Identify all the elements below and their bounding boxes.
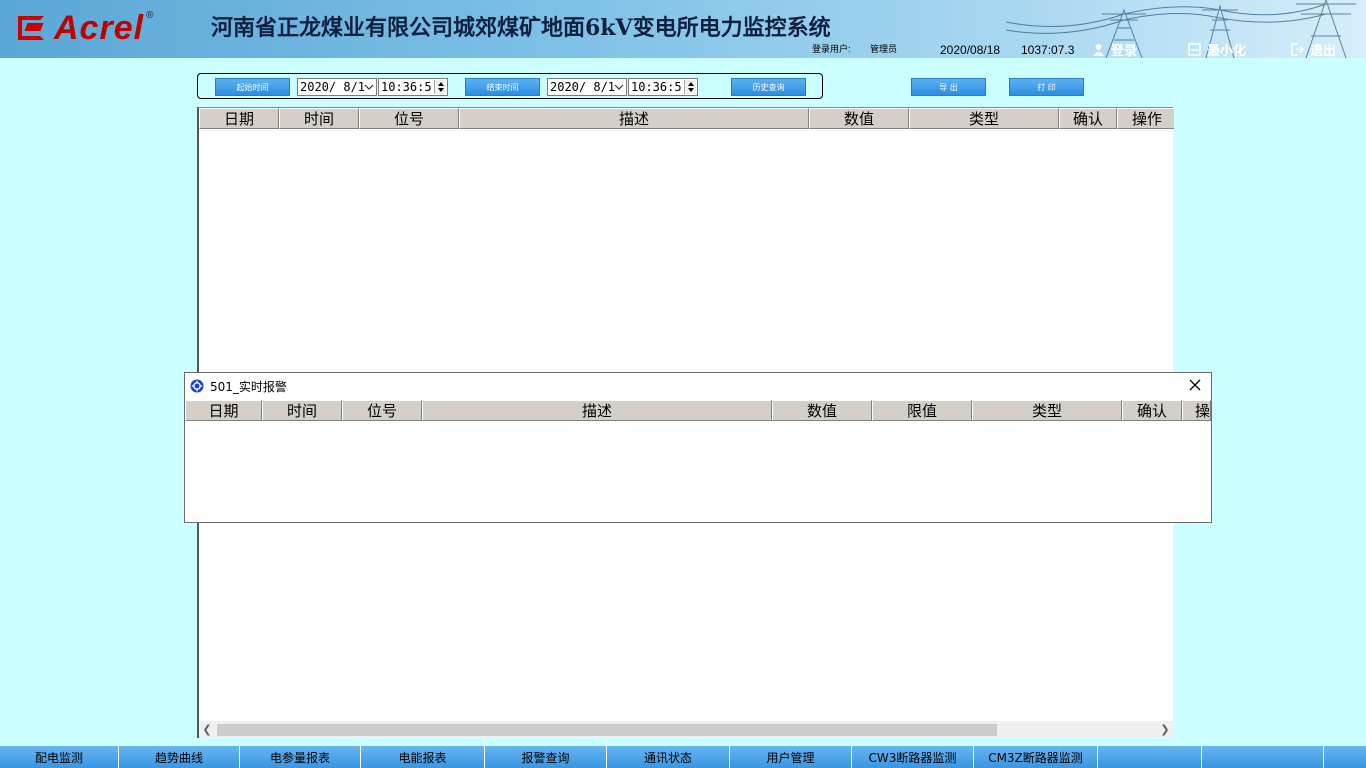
history-query-panel: 起始时间 2020/ 8/1 10:36:5 结束时间 2020/ 8/1 10… — [197, 73, 823, 99]
start-time-value: 10:36:5 — [381, 80, 432, 94]
end-date-picker[interactable]: 2020/ 8/1 — [547, 78, 627, 96]
start-time-spinner[interactable]: 10:36:5 — [378, 78, 448, 96]
header-status-bar: 登录用户: 管理员 2020/08/18 1037:07.3 — [0, 40, 1366, 58]
horizontal-scrollbar[interactable]: ❮ ❯ — [199, 721, 1173, 738]
nav-empty-slot[interactable] — [1324, 746, 1366, 768]
gear-icon — [190, 379, 204, 393]
alarm-column-header-type[interactable]: 类型 — [972, 400, 1122, 421]
current-time: 1037:07.3 — [1021, 43, 1075, 57]
alarm-column-header-limit[interactable]: 限值 — [872, 400, 972, 421]
nav-electrical-parameter-report[interactable]: 电参量报表 — [240, 746, 361, 768]
column-header-confirm[interactable]: 确认 — [1059, 108, 1117, 129]
column-header-date[interactable]: 日期 — [199, 108, 279, 129]
nav-cw3-breaker-monitoring[interactable]: CW3断路器监测 — [852, 746, 974, 768]
spin-arrows-icon[interactable] — [434, 80, 446, 94]
realtime-alarm-window: 501_实时报警 日期 时间 位号 描述 数值 限值 类型 确认 操 — [184, 372, 1212, 523]
minimize-icon — [1188, 43, 1201, 56]
scrollbar-thumb[interactable] — [217, 724, 997, 736]
exit-button-label: 退出 — [1310, 44, 1337, 58]
nav-empty-slot[interactable] — [1098, 746, 1202, 768]
close-icon[interactable] — [1187, 377, 1203, 393]
start-time-button[interactable]: 起始时间 — [215, 78, 290, 96]
end-time-spinner[interactable]: 10:36:5 — [628, 78, 698, 96]
history-table-header: 日期 时间 位号 描述 数值 类型 确认 操作 — [199, 108, 1174, 129]
scroll-right-icon[interactable]: ❯ — [1157, 721, 1173, 738]
app-header: Acrel ® 河南省正龙煤业有限公司城郊煤矿地面6kV变电所电力监控系统 登录… — [0, 0, 1366, 58]
exit-button[interactable]: 退出 — [1291, 41, 1336, 58]
alarm-window-title: 501_实时报警 — [210, 379, 287, 394]
spin-arrows-icon[interactable] — [684, 80, 696, 94]
alarm-window-titlebar: 501_实时报警 — [185, 373, 1211, 399]
alarm-column-header-description[interactable]: 描述 — [422, 400, 772, 421]
nav-trend-curve[interactable]: 趋势曲线 — [119, 746, 240, 768]
column-header-type[interactable]: 类型 — [909, 108, 1059, 129]
logo-registered-mark: ® — [146, 10, 154, 21]
alarm-column-header-value[interactable]: 数值 — [772, 400, 872, 421]
history-query-button[interactable]: 历史查询 — [731, 78, 806, 96]
current-date: 2020/08/18 — [940, 43, 1001, 57]
column-header-tag[interactable]: 位号 — [359, 108, 459, 129]
nav-communication-status[interactable]: 通讯状态 — [607, 746, 730, 768]
scroll-left-icon[interactable]: ❮ — [199, 721, 215, 738]
alarm-column-header-tag[interactable]: 位号 — [342, 400, 422, 421]
alarm-column-header-date[interactable]: 日期 — [185, 400, 262, 421]
acrel-logo-mark-icon — [18, 13, 48, 43]
chevron-down-icon — [364, 84, 374, 90]
start-date-picker[interactable]: 2020/ 8/1 — [297, 78, 377, 96]
alarm-column-header-operation[interactable]: 操 — [1182, 400, 1211, 421]
alarm-column-header-time[interactable]: 时间 — [262, 400, 342, 421]
login-user-value: 管理员 — [870, 44, 898, 54]
nav-alarm-query[interactable]: 报警查询 — [485, 746, 607, 768]
print-button[interactable]: 打 印 — [1009, 78, 1084, 96]
column-header-description[interactable]: 描述 — [459, 108, 809, 129]
start-date-value: 2020/ 8/1 — [300, 80, 366, 94]
login-button[interactable]: 登录 — [1092, 41, 1137, 58]
chevron-down-icon — [614, 84, 624, 90]
column-header-operation[interactable]: 操作 — [1117, 108, 1174, 129]
nav-cm3z-breaker-monitoring[interactable]: CM3Z断路器监测 — [974, 746, 1098, 768]
system-title: 河南省正龙煤业有限公司城郊煤矿地面6kV变电所电力监控系统 — [211, 15, 831, 41]
column-header-time[interactable]: 时间 — [279, 108, 359, 129]
login-button-label: 登录 — [1111, 44, 1138, 58]
nav-power-monitoring[interactable]: 配电监测 — [0, 746, 119, 768]
end-time-value: 10:36:5 — [631, 80, 682, 94]
nav-energy-report[interactable]: 电能报表 — [361, 746, 485, 768]
end-time-button[interactable]: 结束时间 — [465, 78, 540, 96]
alarm-column-header-confirm[interactable]: 确认 — [1122, 400, 1182, 421]
nav-user-management[interactable]: 用户管理 — [730, 746, 852, 768]
end-date-value: 2020/ 8/1 — [550, 80, 616, 94]
nav-empty-slot[interactable] — [1202, 746, 1324, 768]
minimize-button[interactable]: 最小化 — [1188, 41, 1246, 58]
alarm-table-header: 日期 时间 位号 描述 数值 限值 类型 确认 操 — [185, 400, 1211, 421]
bottom-navigation-bar: 配电监测 趋势曲线 电参量报表 电能报表 报警查询 通讯状态 用户管理 CW3断… — [0, 746, 1366, 768]
minimize-button-label: 最小化 — [1207, 44, 1247, 58]
export-button[interactable]: 导 出 — [911, 78, 986, 96]
user-icon — [1093, 44, 1104, 56]
exit-icon — [1291, 43, 1304, 56]
column-header-value[interactable]: 数值 — [809, 108, 909, 129]
login-user-label: 登录用户: — [812, 44, 851, 54]
